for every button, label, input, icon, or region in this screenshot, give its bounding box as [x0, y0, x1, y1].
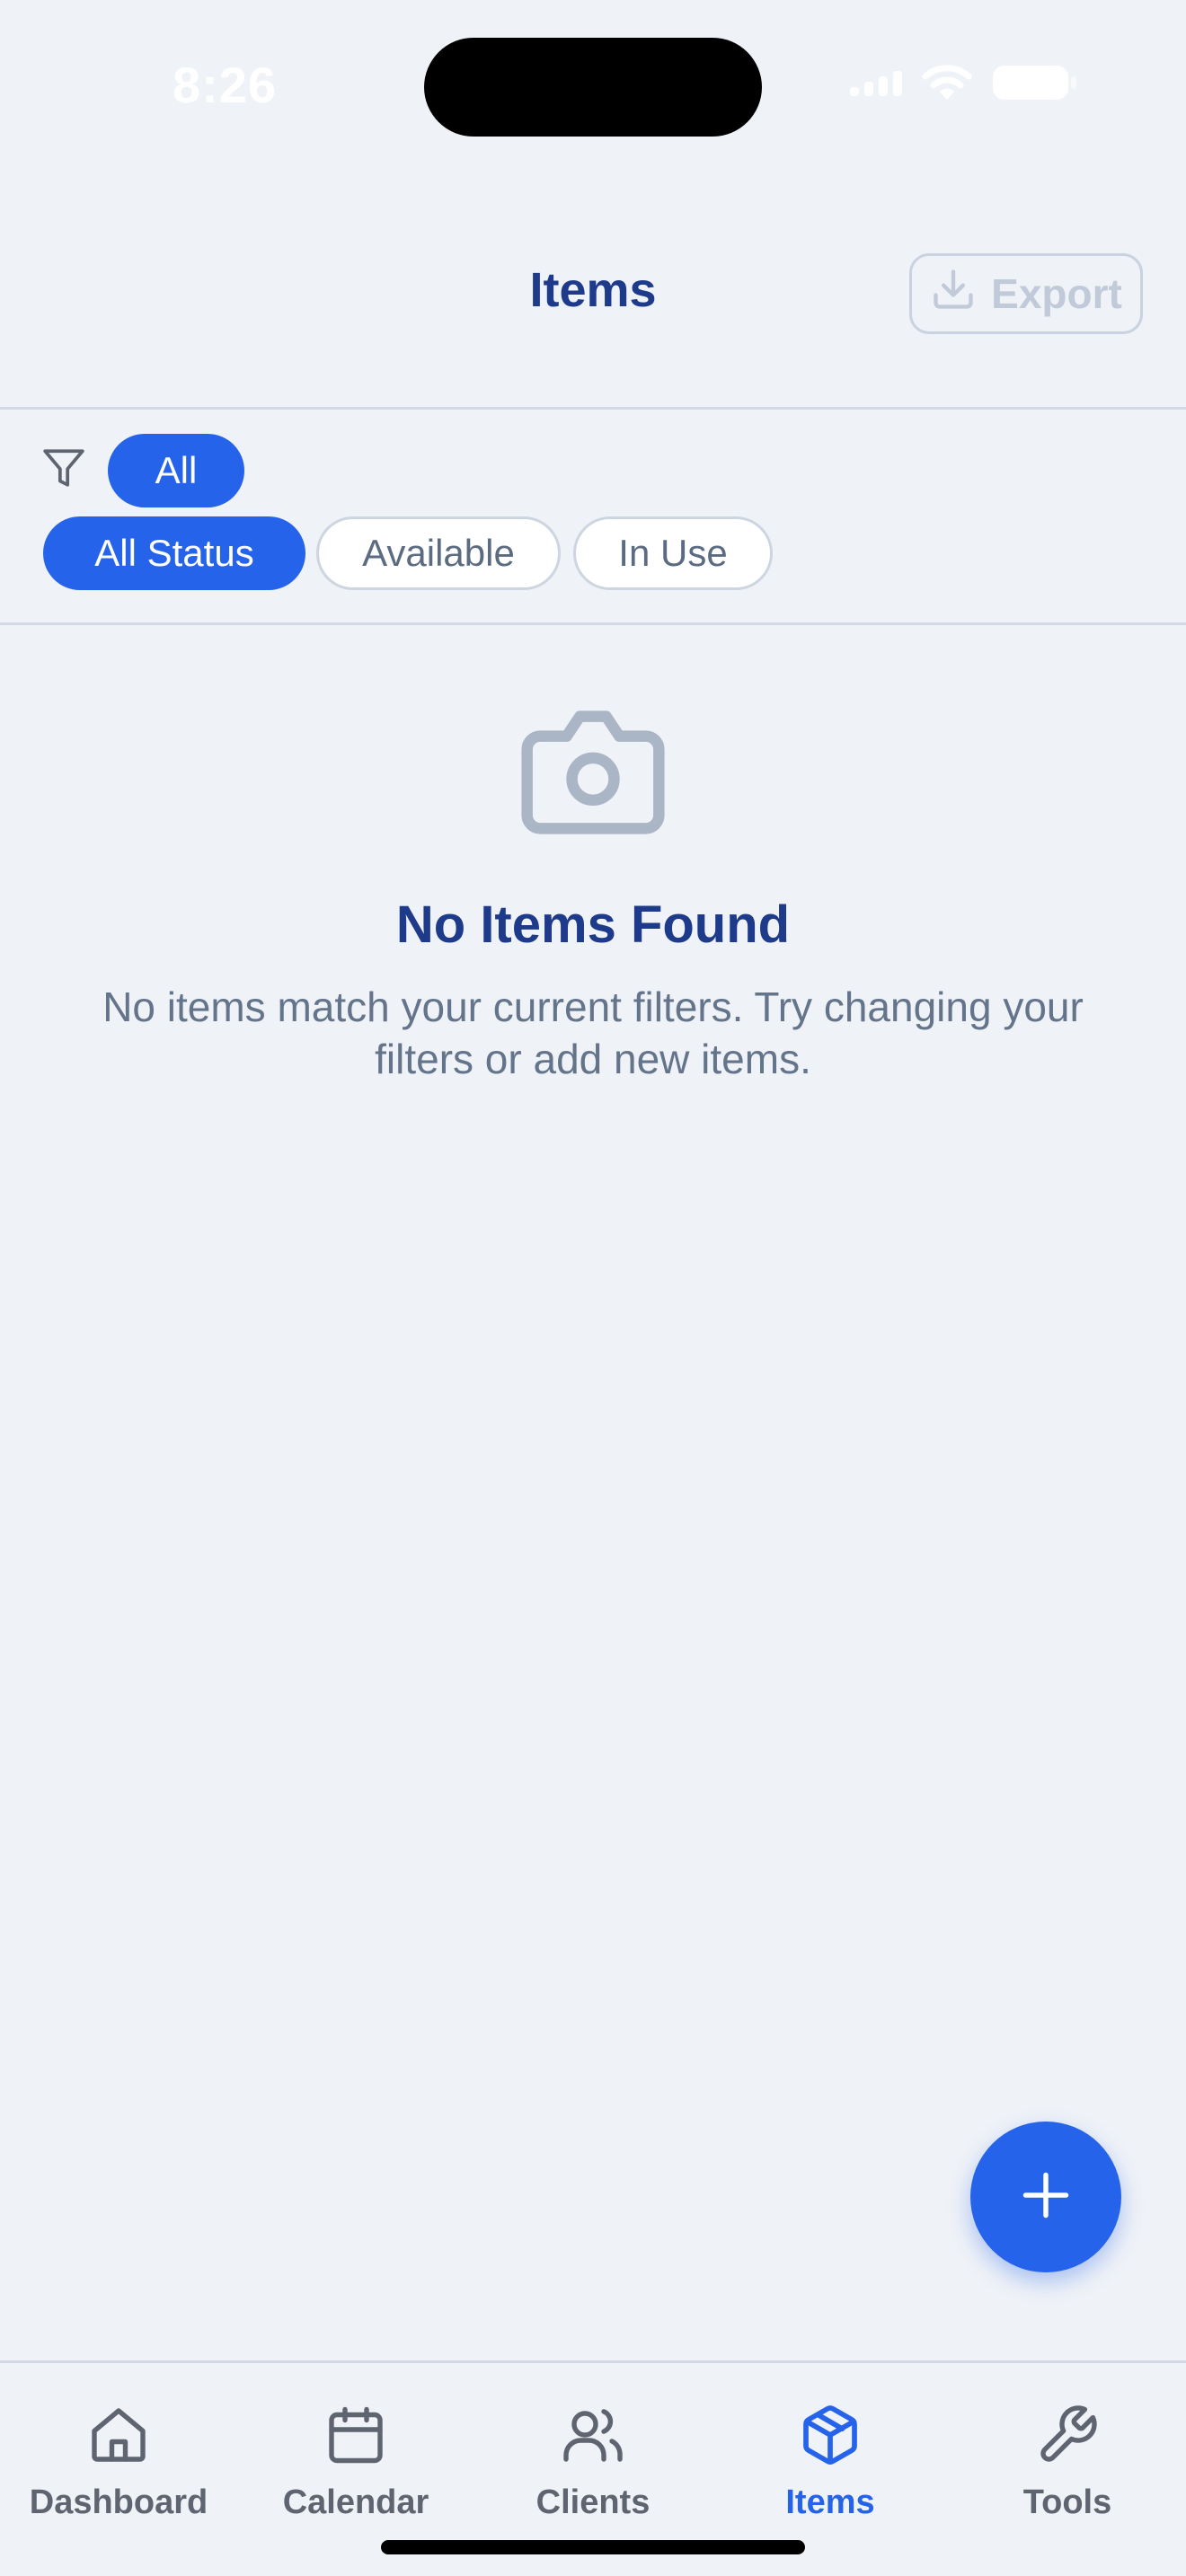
download-icon: [930, 266, 977, 322]
tab-label: Calendar: [282, 2483, 429, 2521]
cellular-signal-icon: [850, 69, 902, 96]
items-screen: 8:26 Items Export All All Status Availab…: [0, 0, 1186, 2576]
export-label: Export: [991, 270, 1122, 317]
status-chip-in-use[interactable]: In Use: [573, 516, 773, 590]
header: Items Export: [0, 171, 1186, 410]
status-time: 8:26: [172, 57, 278, 113]
empty-state-message: No items match your current filters. Try…: [102, 984, 1084, 1082]
tab-label: Dashboard: [29, 2483, 208, 2521]
box-icon: [798, 2401, 863, 2469]
tab-tools[interactable]: Tools: [949, 2401, 1186, 2536]
camera-icon: [514, 706, 672, 843]
calendar-icon: [323, 2401, 388, 2469]
battery-icon: [992, 63, 1078, 102]
empty-state-title: No Items Found: [395, 895, 791, 954]
tab-calendar[interactable]: Calendar: [237, 2401, 474, 2536]
wrench-icon: [1035, 2401, 1100, 2469]
status-chip-available[interactable]: Available: [316, 516, 561, 590]
tab-dashboard[interactable]: Dashboard: [0, 2401, 237, 2536]
tab-clients[interactable]: Clients: [474, 2401, 712, 2536]
wifi-icon: [922, 64, 972, 101]
users-icon: [561, 2401, 625, 2469]
tab-label: Clients: [535, 2483, 651, 2521]
home-icon: [86, 2401, 151, 2469]
add-item-button[interactable]: [970, 2122, 1121, 2272]
filter-bar: All All Status Available In Use: [0, 410, 1186, 625]
tab-label: Tools: [1022, 2483, 1112, 2521]
tab-label: Items: [785, 2483, 875, 2521]
plus-icon: [1019, 2168, 1073, 2227]
tab-items[interactable]: Items: [712, 2401, 949, 2536]
filter-icon[interactable]: [41, 446, 86, 495]
export-button[interactable]: Export: [909, 253, 1143, 334]
status-chip-all-status[interactable]: All Status: [43, 516, 305, 590]
status-icons: [850, 63, 1078, 102]
category-chip-all[interactable]: All: [108, 434, 244, 507]
home-indicator: [381, 2540, 805, 2554]
status-bar: 8:26: [0, 0, 1186, 171]
dynamic-island: [424, 38, 762, 137]
